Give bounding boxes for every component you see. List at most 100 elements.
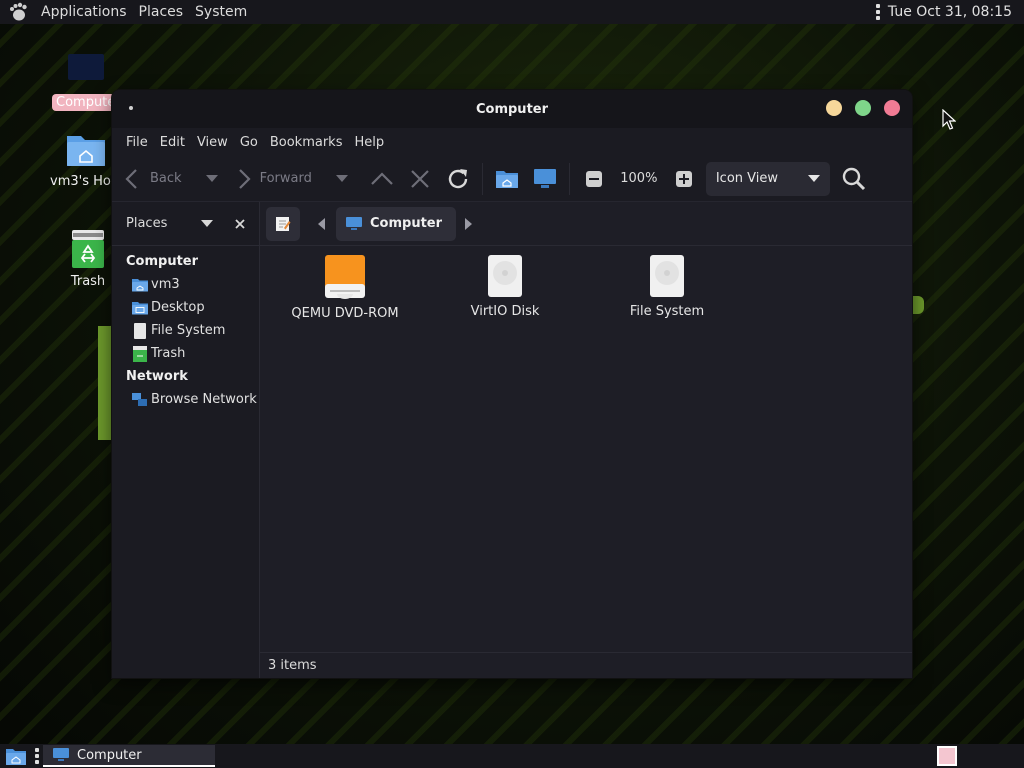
menu-file[interactable]: File — [120, 135, 154, 150]
forward-arrow-icon — [238, 168, 251, 189]
sidebar-item-file-system[interactable]: File System — [112, 319, 259, 342]
reload-button[interactable] — [442, 163, 474, 195]
file-item-dvd-rom[interactable]: QEMU DVD-ROM — [270, 254, 420, 321]
show-desktop-icon[interactable] — [5, 746, 27, 766]
computer-icon — [533, 168, 556, 188]
window-body: Places Computer vm3 Desktop File System … — [112, 202, 912, 678]
maximize-button[interactable] — [855, 100, 871, 116]
menu-go[interactable]: Go — [234, 135, 264, 150]
sidebar: Places Computer vm3 Desktop File System … — [112, 202, 260, 678]
up-button[interactable] — [366, 163, 398, 195]
sidebar-mode-dropdown-icon[interactable] — [201, 219, 213, 228]
forward-button[interactable]: Forward — [234, 167, 312, 191]
sidebar-item-label: vm3 — [151, 277, 180, 292]
pathbar: Computer — [260, 202, 912, 246]
back-label: Back — [150, 171, 182, 186]
sidebar-item-trash[interactable]: Trash — [112, 342, 259, 365]
file-item-file-system[interactable]: File System — [592, 254, 742, 319]
toolbar-separator — [481, 162, 483, 195]
panel-handle-icon[interactable] — [868, 4, 888, 20]
chevron-down-icon — [807, 174, 820, 182]
back-button[interactable]: Back — [122, 167, 182, 191]
back-arrow-icon — [125, 168, 137, 189]
sidebar-item-browse-network[interactable]: Browse Network — [112, 388, 259, 411]
file-item-label: VirtIO Disk — [470, 304, 540, 319]
file-view[interactable]: QEMU DVD-ROM VirtIO Disk File System — [260, 246, 912, 652]
menu-bookmarks[interactable]: Bookmarks — [264, 135, 349, 150]
zoom-in-button[interactable] — [668, 163, 700, 195]
reload-icon — [448, 168, 468, 188]
trash-icon — [132, 345, 148, 362]
forward-history-button[interactable] — [326, 163, 358, 195]
menu-edit[interactable]: Edit — [154, 135, 191, 150]
file-item-label: QEMU DVD-ROM — [291, 306, 399, 321]
back-history-button[interactable] — [196, 163, 228, 195]
workspace-switcher[interactable] — [937, 746, 957, 766]
top-panel: Applications Places System Tue Oct 31, 0… — [0, 0, 1024, 24]
applications-menu[interactable]: Applications — [35, 4, 133, 20]
breadcrumb-computer[interactable]: Computer — [336, 206, 457, 241]
pathbar-scroll-left-icon[interactable] — [318, 217, 326, 230]
sidebar-header: Places — [112, 202, 259, 246]
window-menu-icon[interactable] — [129, 106, 133, 110]
desktop-icon-label: Trash — [70, 274, 106, 289]
sidebar-section-network: Network — [126, 369, 188, 384]
disk-icon — [650, 255, 684, 297]
sidebar-section-computer: Computer — [126, 254, 199, 269]
sidebar-item-label: Desktop — [151, 300, 205, 315]
menu-help[interactable]: Help — [348, 135, 390, 150]
close-button[interactable] — [884, 100, 900, 116]
chevron-down-icon — [205, 174, 218, 182]
disk-icon — [488, 255, 522, 297]
status-text: 3 items — [268, 658, 317, 673]
sidebar-close-icon[interactable] — [235, 218, 245, 229]
mouse-pointer-icon — [942, 109, 956, 130]
computer-button[interactable] — [529, 163, 561, 195]
window-title: Computer — [475, 101, 549, 117]
statusbar: 3 items — [260, 652, 912, 678]
desktop-folder-icon — [132, 300, 148, 316]
computer-icon — [346, 216, 362, 230]
gnome-foot-icon[interactable] — [8, 2, 28, 22]
sidebar-item-label: File System — [151, 323, 226, 338]
toolbar-separator — [568, 162, 570, 195]
taskbar-item-computer[interactable]: Computer — [43, 745, 215, 767]
taskbar-handle-icon[interactable] — [27, 748, 43, 764]
sidebar-item-label: Trash — [151, 346, 186, 361]
breadcrumb-label: Computer — [370, 216, 443, 231]
sidebar-item-vm3[interactable]: vm3 — [112, 273, 259, 296]
menu-view[interactable]: View — [191, 135, 234, 150]
trash-icon — [72, 230, 104, 268]
places-menu[interactable]: Places — [133, 4, 190, 20]
toolbar: Back Forward 100% Icon View — [112, 156, 912, 202]
view-mode-label: Icon View — [715, 171, 778, 186]
system-menu[interactable]: System — [189, 4, 253, 20]
file-item-label: File System — [629, 304, 705, 319]
computer-icon — [68, 54, 104, 80]
zoom-level: 100% — [620, 171, 658, 186]
minimize-button[interactable] — [826, 100, 842, 116]
location-edit-button[interactable] — [266, 206, 300, 241]
chevron-down-icon — [335, 174, 348, 182]
zoom-out-button[interactable] — [578, 163, 610, 195]
view-mode-select[interactable]: Icon View — [705, 161, 830, 196]
file-manager-window: Computer File Edit View Go Bookmarks Hel… — [112, 90, 912, 678]
pathbar-scroll-right-icon[interactable] — [464, 217, 473, 230]
stop-button[interactable] — [404, 163, 436, 195]
dvd-rom-icon — [325, 255, 365, 299]
home-folder-icon — [132, 277, 148, 293]
edit-pencil-icon — [276, 216, 291, 231]
sidebar-header-controls — [201, 218, 245, 229]
window-titlebar[interactable]: Computer — [112, 90, 912, 128]
sidebar-item-desktop[interactable]: Desktop — [112, 296, 259, 319]
forward-label: Forward — [259, 171, 312, 186]
file-item-virtio-disk[interactable]: VirtIO Disk — [430, 254, 580, 319]
panel-clock[interactable]: Tue Oct 31, 08:15 — [888, 4, 1024, 20]
desktop-icon-trash[interactable]: Trash — [58, 228, 118, 289]
drive-icon — [132, 322, 148, 339]
search-button[interactable] — [838, 163, 870, 195]
home-button[interactable] — [491, 163, 523, 195]
main-pane: Computer QEMU DVD-ROM VirtIO Disk File S… — [260, 202, 912, 678]
sidebar-list: Computer vm3 Desktop File System Trash N… — [112, 246, 259, 411]
search-icon — [842, 167, 865, 190]
